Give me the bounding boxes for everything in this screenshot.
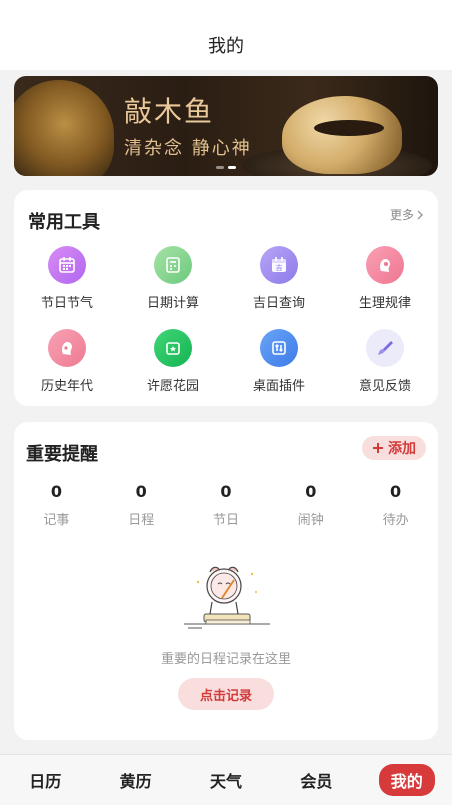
stat-value: 0	[50, 482, 62, 501]
tool-feedback[interactable]: 意见反馈	[332, 329, 438, 394]
tool-lucky-day[interactable]: 吉 吉日查询	[226, 246, 332, 311]
banner-subtitle: 清杂念 静心神	[124, 138, 252, 159]
banner-dot-active	[228, 166, 236, 169]
stat-value: 0	[305, 482, 317, 501]
tab-membership[interactable]: 会员	[271, 768, 361, 792]
stat-label: 节日	[212, 513, 239, 528]
common-tools-card: 常用工具 更多 节日节气 日期计算 吉 吉日查询 生理规律 历史年代 许愿花园 …	[14, 190, 438, 406]
calculator-icon	[154, 246, 192, 284]
tool-label: 意见反馈	[358, 379, 411, 394]
banner-pagination	[14, 166, 438, 169]
tool-period[interactable]: 生理规律	[332, 246, 438, 311]
buddha-statue-image	[14, 80, 114, 176]
tool-widgets[interactable]: 桌面插件	[226, 329, 332, 394]
tool-grid: 节日节气 日期计算 吉 吉日查询 生理规律 历史年代 许愿花园 桌面插件 意见反…	[14, 246, 438, 394]
tab-label: 日历	[29, 772, 62, 791]
important-reminders-card: 重要提醒 添加 0 记事 0 日程 0 节日 0 闹钟 0 待办 重要的日程记录…	[14, 422, 438, 740]
tool-history[interactable]: 历史年代	[14, 329, 120, 394]
stat-label: 闹钟	[297, 513, 324, 528]
tool-date-calc[interactable]: 日期计算	[120, 246, 226, 311]
stat-festivals[interactable]: 0 节日	[184, 482, 269, 528]
chevron-right-icon	[417, 210, 423, 219]
reminder-stats: 0 记事 0 日程 0 节日 0 闹钟 0 待办	[14, 482, 438, 528]
add-reminder-button[interactable]: 添加	[362, 436, 426, 460]
calendar-icon	[48, 246, 86, 284]
plus-icon	[373, 443, 383, 453]
stat-value: 0	[390, 482, 402, 501]
page-title: 我的	[208, 36, 244, 57]
reminders-title: 重要提醒	[26, 444, 98, 465]
stat-label: 记事	[43, 513, 70, 528]
tab-mine[interactable]: 我的	[362, 764, 452, 796]
tab-label: 我的	[378, 764, 435, 796]
empty-alarm-clock-illustration	[184, 566, 270, 629]
add-label: 添加	[388, 441, 416, 457]
stat-label: 待办	[382, 513, 409, 528]
tab-calendar[interactable]: 日历	[0, 768, 90, 792]
svg-text:吉: 吉	[276, 264, 283, 272]
calendar-search-icon: 吉	[260, 246, 298, 284]
record-button[interactable]: 点击记录	[178, 678, 274, 710]
stat-value: 0	[135, 482, 147, 501]
stat-notes[interactable]: 0 记事	[14, 482, 99, 528]
bottom-tab-bar: 日历 黄历 天气 会员 我的	[0, 754, 452, 805]
garden-icon	[154, 329, 192, 367]
history-profile-icon	[48, 329, 86, 367]
empty-state-text: 重要的日程记录在这里	[160, 652, 291, 667]
tool-label: 日期计算	[146, 296, 199, 311]
tool-label: 历史年代	[40, 379, 93, 394]
female-profile-icon	[366, 246, 404, 284]
tab-label: 天气	[209, 772, 242, 791]
widget-icon	[260, 329, 298, 367]
tool-label: 桌面插件	[252, 379, 305, 394]
page-header: 我的	[0, 0, 452, 70]
tool-label: 生理规律	[358, 296, 411, 311]
banner-dot	[216, 166, 224, 169]
tab-label: 会员	[300, 772, 333, 791]
stat-value: 0	[220, 482, 232, 501]
wooden-fish-slot	[314, 120, 384, 136]
tool-wish-garden[interactable]: 许愿花园	[120, 329, 226, 394]
tab-almanac[interactable]: 黄历	[90, 768, 180, 792]
tab-weather[interactable]: 天气	[181, 768, 271, 792]
brush-icon	[366, 329, 404, 367]
stat-schedule[interactable]: 0 日程	[99, 482, 184, 528]
banner-title: 敲木鱼	[124, 95, 215, 128]
tool-label: 节日节气	[40, 296, 93, 311]
more-tools-link[interactable]: 更多	[390, 206, 424, 223]
stat-todos[interactable]: 0 待办	[353, 482, 438, 528]
more-label: 更多	[389, 208, 414, 222]
tool-label: 许愿花园	[146, 379, 199, 394]
banner-muyu[interactable]: 敲木鱼 清杂念 静心神	[14, 76, 438, 176]
stat-alarms[interactable]: 0 闹钟	[268, 482, 353, 528]
tool-label: 吉日查询	[252, 296, 305, 311]
tool-holidays[interactable]: 节日节气	[14, 246, 120, 311]
tab-label: 黄历	[119, 772, 152, 791]
stat-label: 日程	[128, 513, 155, 528]
tools-title: 常用工具	[28, 212, 100, 233]
